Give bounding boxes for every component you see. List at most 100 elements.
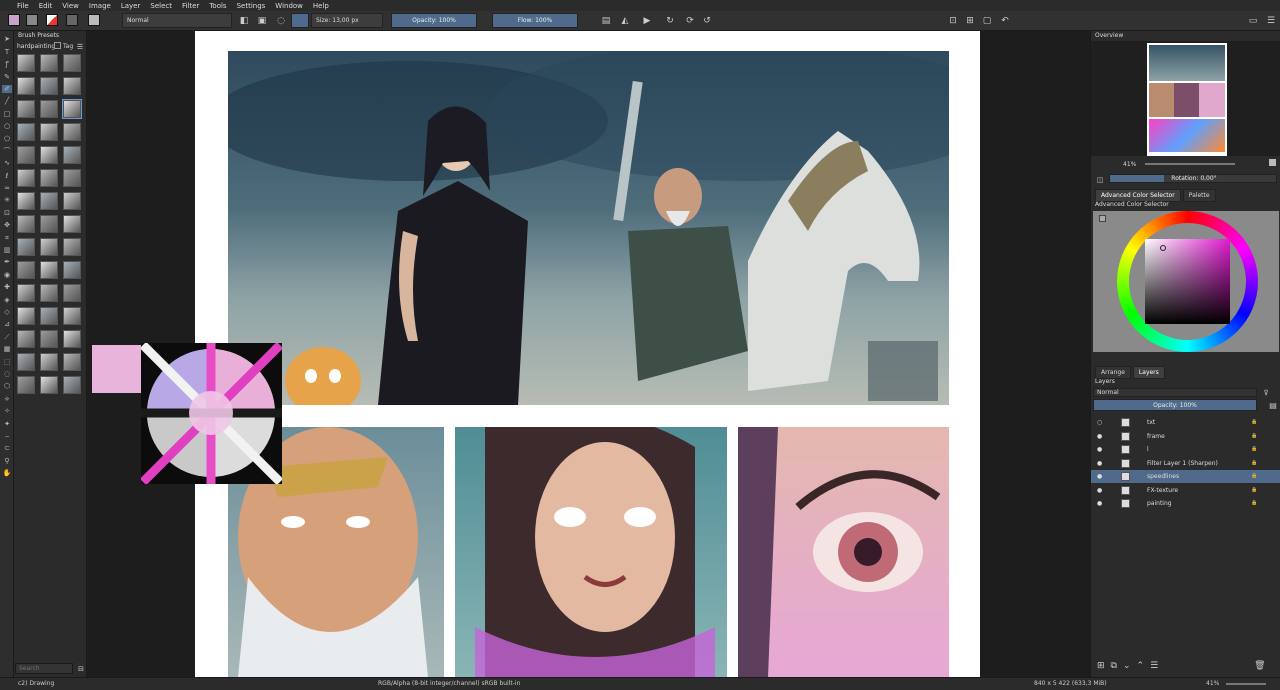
delete-layer-icon[interactable]: 🗑 — [1254, 661, 1265, 673]
brush-preset-tile[interactable] — [17, 376, 35, 394]
zoom-tool-icon[interactable]: ⚲ — [2, 457, 12, 465]
brush-preset-tile[interactable] — [40, 307, 58, 325]
colorize-mask-icon[interactable]: ◉ — [2, 271, 12, 279]
bezier-select-icon[interactable]: ⌢ — [2, 432, 12, 440]
menu-item[interactable]: Edit — [34, 2, 58, 10]
refresh-icon[interactable]: ↺ — [702, 16, 712, 26]
visibility-eye-icon[interactable]: ● — [1097, 430, 1102, 443]
brush-preset-tile[interactable] — [63, 307, 81, 325]
multibrush-icon[interactable]: ✳ — [2, 196, 12, 204]
menu-item[interactable]: Help — [308, 2, 334, 10]
color-picker-icon[interactable]: ✒ — [2, 258, 12, 266]
undo-icon[interactable]: ↶ — [1000, 16, 1010, 26]
dynamic-brush-icon[interactable]: ≈ — [2, 184, 12, 192]
brush-preset-tile[interactable] — [63, 284, 81, 302]
brush-preset-tile[interactable] — [63, 54, 81, 72]
layer-blend-mode-select[interactable]: Normal — [1093, 388, 1257, 397]
enclose-fill-icon[interactable]: ◇ — [2, 308, 12, 316]
lock-icon[interactable]: 🔒 — [1251, 497, 1257, 510]
menu-item[interactable]: View — [57, 2, 84, 10]
add-layer-icon[interactable]: ⊞ — [1097, 661, 1105, 673]
brush-preset-tile[interactable] — [40, 238, 58, 256]
layer-row[interactable]: ● painting 🔒 — [1091, 497, 1280, 510]
brush-preset-tile[interactable] — [40, 192, 58, 210]
saturation-value-square[interactable] — [1145, 239, 1230, 324]
move-tool-icon[interactable]: ✥ — [2, 221, 12, 229]
reference-tool-icon[interactable]: ▦ — [2, 345, 12, 353]
ellipse-tool-icon[interactable]: ○ — [2, 122, 12, 130]
transform-tool-icon[interactable]: ⊡ — [2, 209, 12, 217]
crop-tool-icon[interactable]: ⌗ — [2, 234, 12, 242]
brush-preset-tile[interactable] — [62, 99, 82, 119]
brush-preset-tile[interactable] — [63, 192, 81, 210]
tab-layers[interactable]: Layers — [1132, 366, 1165, 379]
line-tool-icon[interactable]: ╱ — [2, 97, 12, 105]
visibility-eye-icon[interactable]: ● — [1097, 470, 1102, 483]
rotate-icon[interactable]: ⟳ — [685, 16, 695, 26]
brush-search-input[interactable] — [15, 663, 73, 674]
fullscreen-icon[interactable]: ⊞ — [965, 16, 975, 26]
layer-row[interactable]: ● l 🔒 — [1091, 443, 1280, 456]
similar-select-icon[interactable]: ✦ — [2, 420, 12, 428]
brush-preset-tile[interactable] — [17, 77, 35, 95]
polygon-tool-icon[interactable]: ⬠ — [2, 135, 12, 143]
select-tool-icon[interactable]: ➤ — [2, 35, 12, 43]
assistant-tool-icon[interactable]: ⊿ — [2, 320, 12, 328]
polygon-select-icon[interactable]: ⬡ — [2, 382, 12, 390]
magnetic-select-icon[interactable]: ⊂ — [2, 444, 12, 452]
pressure-icon[interactable]: ◌ — [276, 16, 286, 26]
calligraphy-tool-icon[interactable]: ꝭ — [2, 60, 12, 68]
measure-tool-icon[interactable]: ⟋ — [2, 333, 12, 341]
brush-preset-tile[interactable] — [63, 261, 81, 279]
brush-preset-tile[interactable] — [63, 353, 81, 371]
ellipse-select-icon[interactable]: ◌ — [2, 370, 12, 378]
visibility-eye-icon[interactable]: ○ — [1097, 416, 1102, 429]
brush-preset-tile[interactable] — [17, 100, 35, 118]
popup-palette[interactable] — [141, 343, 282, 484]
layer-properties-icon[interactable]: ▤ — [1268, 401, 1278, 411]
brush-preset-tile[interactable] — [63, 238, 81, 256]
pattern-swatch[interactable] — [66, 14, 78, 26]
text-tool-icon[interactable]: T — [2, 48, 12, 56]
menu-item[interactable]: Select — [145, 2, 177, 10]
opacity-slider[interactable]: Opacity: 100% — [391, 13, 477, 28]
menu-item[interactable]: Image — [84, 2, 116, 10]
move-down-icon[interactable]: ⌄ — [1123, 661, 1131, 673]
overview-zoom-slider[interactable] — [1145, 163, 1235, 165]
visibility-eye-icon[interactable]: ● — [1097, 457, 1102, 470]
layer-menu-icon[interactable]: ☰ — [1150, 661, 1158, 673]
menu-item[interactable]: Filter — [177, 2, 204, 10]
overview-zoom-reset-icon[interactable] — [1269, 159, 1276, 166]
tag-filter-select[interactable]: hardpainting — [17, 42, 55, 51]
zoom-level[interactable]: 41% — [1206, 678, 1219, 690]
brush-preset-tile[interactable] — [40, 215, 58, 233]
play-icon[interactable]: ▶ — [642, 16, 652, 26]
brush-preset-tile[interactable] — [63, 123, 81, 141]
mirror-view-icon[interactable]: ◫ — [1095, 175, 1105, 185]
brush-preset-tile[interactable] — [17, 353, 35, 371]
lock-icon[interactable]: 🔒 — [1251, 430, 1257, 443]
menu-item[interactable]: Window — [270, 2, 308, 10]
blend-mode-select[interactable]: Normal — [122, 13, 232, 28]
freehand-path-icon[interactable]: ℓ — [2, 172, 12, 180]
brush-preset-tile[interactable] — [40, 100, 58, 118]
brush-preset-tile[interactable] — [63, 376, 81, 394]
layer-opacity-slider[interactable]: Opacity: 100% — [1093, 399, 1257, 411]
fill-tool-icon[interactable]: ◈ — [2, 296, 12, 304]
bezier-tool-icon[interactable]: ∿ — [2, 159, 12, 167]
visibility-eye-icon[interactable]: ● — [1097, 443, 1102, 456]
lock-icon[interactable]: 🔒 — [1251, 457, 1257, 470]
polyline-tool-icon[interactable]: ⌒ — [2, 147, 12, 155]
wrap-icon[interactable]: ▢ — [982, 16, 992, 26]
brush-preset-tile[interactable] — [40, 77, 58, 95]
pan-tool-icon[interactable]: ✋ — [2, 469, 12, 477]
overview-preview-area[interactable] — [1091, 41, 1280, 156]
flow-slider[interactable]: Flow: 100% — [492, 13, 578, 28]
brush-preset-tile[interactable] — [63, 330, 81, 348]
gradient-tool-icon[interactable]: ▥ — [2, 246, 12, 254]
layer-row[interactable]: ● frame 🔒 — [1091, 430, 1280, 443]
save-icon[interactable]: ▤ — [601, 16, 611, 26]
lock-icon[interactable]: 🔒 — [1251, 484, 1257, 497]
hue-ring[interactable] — [1117, 211, 1258, 352]
duplicate-layer-icon[interactable]: ⧉ — [1111, 661, 1117, 673]
